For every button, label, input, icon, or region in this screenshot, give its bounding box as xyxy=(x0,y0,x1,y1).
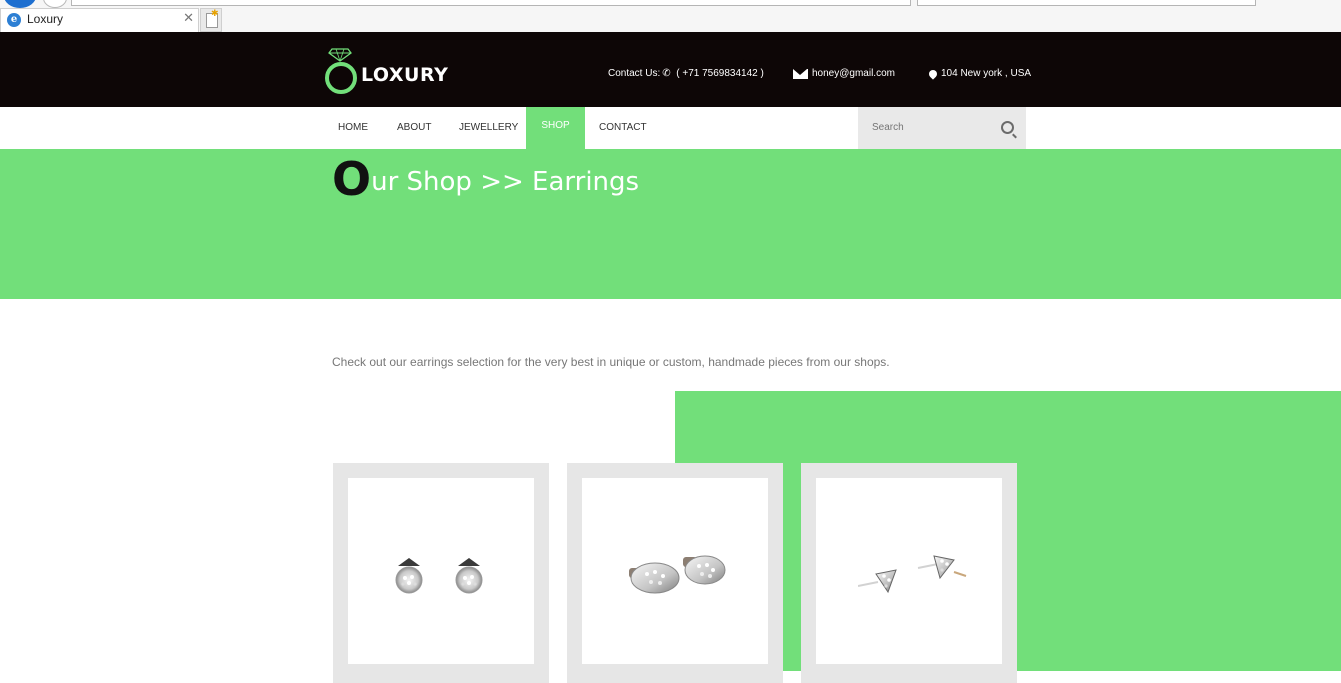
address-info: 104 New york , USA xyxy=(927,67,1032,80)
tab-title: Loxury xyxy=(27,12,64,26)
phone-icon: ✆ xyxy=(662,68,671,79)
site-search xyxy=(858,107,1026,149)
search-icon[interactable] xyxy=(1001,121,1014,134)
forward-button[interactable] xyxy=(43,0,67,8)
email-address[interactable]: honey@gmail.com xyxy=(812,68,895,79)
product-image-frame xyxy=(348,478,534,664)
intro-text: Check out our earrings selection for the… xyxy=(332,355,890,369)
mail-icon xyxy=(793,68,808,79)
email-info: honey@gmail.com xyxy=(793,68,895,79)
product-card[interactable] xyxy=(801,463,1017,683)
search-input[interactable] xyxy=(866,119,998,135)
contact-label: Contact Us: xyxy=(608,68,661,79)
browser-chrome: e Loxury ✕ ✱ xyxy=(0,0,1341,33)
main-nav: HOME ABOUT JEWELLERY SHOP CONTACT xyxy=(0,107,1341,149)
back-button[interactable] xyxy=(4,0,36,8)
logo[interactable]: LOXURY xyxy=(323,48,448,94)
nav-contact[interactable]: CONTACT xyxy=(599,107,647,149)
location-pin-icon xyxy=(927,67,939,80)
new-tab-star-icon: ✱ xyxy=(211,9,219,19)
contact-info: Contact Us: ✆ ( +71 7569834142 ) xyxy=(608,68,764,79)
round-cluster-earrings-image xyxy=(395,558,483,594)
nav-jewellery[interactable]: JEWELLERY xyxy=(459,107,518,149)
ie-icon: e xyxy=(7,13,21,27)
ring-icon xyxy=(325,62,357,94)
nav-about[interactable]: ABOUT xyxy=(397,107,431,149)
browser-search-bar[interactable] xyxy=(917,0,1256,6)
address-bar[interactable] xyxy=(71,0,911,6)
new-tab-button[interactable]: ✱ xyxy=(200,8,222,32)
page-title: O ur Shop >> Earrings xyxy=(332,149,640,206)
diamond-icon xyxy=(328,48,352,62)
nav-shop[interactable]: SHOP xyxy=(526,107,585,149)
page-banner: O ur Shop >> Earrings xyxy=(0,149,1341,299)
product-card[interactable] xyxy=(567,463,783,683)
address-text: 104 New york , USA xyxy=(941,68,1032,79)
product-image-frame xyxy=(582,478,768,664)
brand-name: LOXURY xyxy=(361,64,449,86)
title-initial: O xyxy=(332,152,372,206)
title-text: ur Shop >> Earrings xyxy=(371,167,640,197)
phone-number[interactable]: ( +71 7569834142 ) xyxy=(676,68,764,79)
nav-home[interactable]: HOME xyxy=(338,107,368,149)
browser-tab[interactable]: e Loxury ✕ xyxy=(0,8,199,32)
product-card[interactable] xyxy=(333,463,549,683)
close-icon[interactable]: ✕ xyxy=(183,11,194,26)
triangle-stud-earrings-image xyxy=(858,555,967,594)
product-image-frame xyxy=(816,478,1002,664)
oval-cluster-earrings-image xyxy=(629,555,726,594)
site-header: LOXURY Contact Us: ✆ ( +71 7569834142 ) … xyxy=(0,32,1341,107)
